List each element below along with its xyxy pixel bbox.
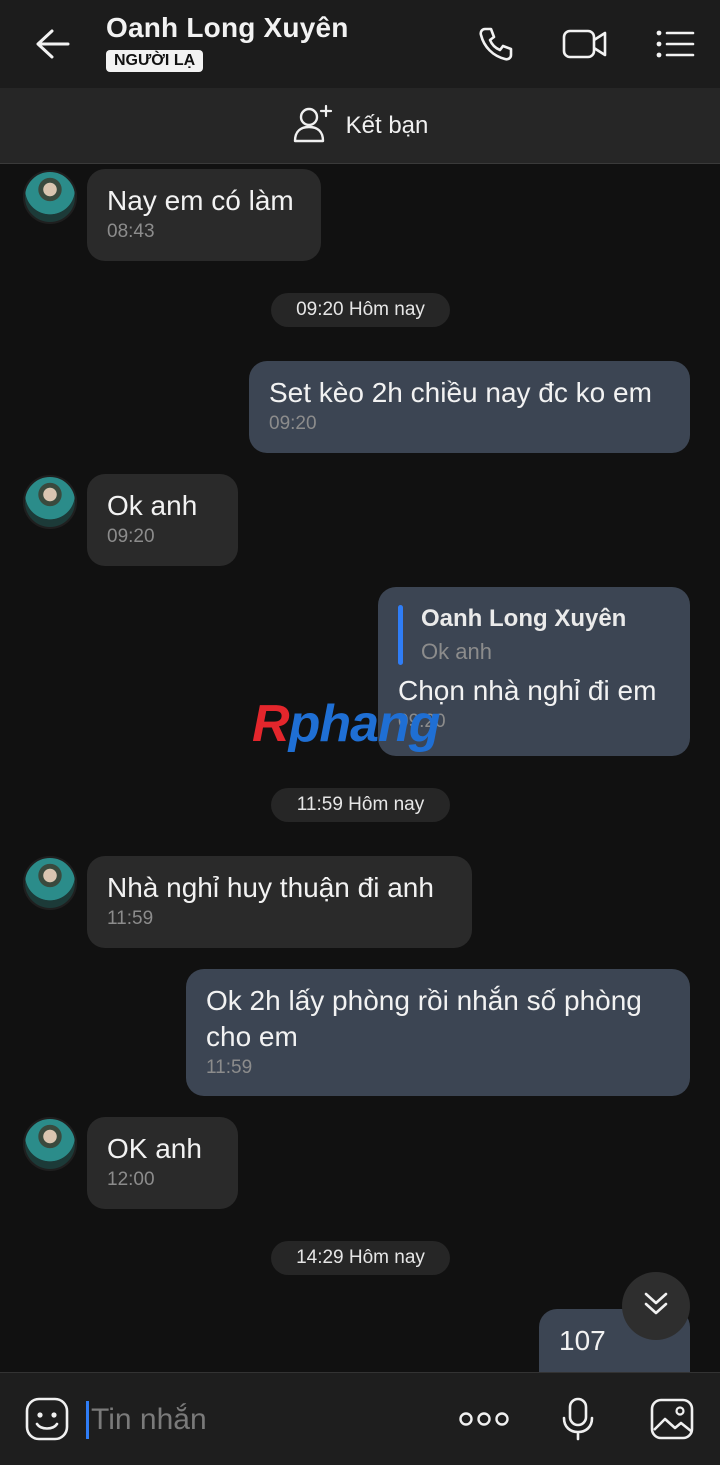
add-friend-label: Kết bạn bbox=[345, 111, 429, 139]
phone-icon[interactable] bbox=[472, 20, 520, 68]
date-separator: 14:29 Hôm nay bbox=[271, 1241, 450, 1275]
message-input[interactable]: Tin nhắn bbox=[86, 1399, 426, 1441]
contact-info[interactable]: Oanh Long Xuyên NGƯỜI LẠ bbox=[106, 12, 349, 72]
sticker-emoji-icon[interactable] bbox=[21, 1393, 73, 1445]
message-time: 08:43 bbox=[107, 221, 155, 242]
contact-name: Oanh Long Xuyên bbox=[106, 12, 349, 43]
scroll-to-bottom-button[interactable] bbox=[622, 1272, 690, 1340]
message-bubble-incoming[interactable]: Ok anh 09:20 bbox=[87, 474, 238, 566]
add-friend-button[interactable]: Kết bạn bbox=[0, 88, 720, 164]
message-time: 11:59 bbox=[206, 1057, 253, 1078]
more-options-icon[interactable] bbox=[458, 1393, 510, 1445]
watermark-logo: Rphang bbox=[252, 695, 441, 753]
quoted-message[interactable]: Oanh Long Xuyên Ok anh bbox=[398, 605, 670, 665]
microphone-icon[interactable] bbox=[552, 1393, 604, 1445]
message-bubble-incoming[interactable]: Nay em có làm 08:43 bbox=[87, 169, 321, 261]
message-bubble-outgoing[interactable]: Set kèo 2h chiều nay đc ko em 09:20 bbox=[249, 361, 690, 453]
menu-list-icon[interactable] bbox=[651, 20, 699, 68]
message-text: Nhà nghỉ huy thuận đi anh bbox=[107, 872, 434, 903]
message-text: Ok anh bbox=[107, 490, 198, 521]
avatar[interactable] bbox=[23, 170, 77, 224]
avatar[interactable] bbox=[23, 475, 77, 529]
add-friend-icon bbox=[292, 103, 334, 148]
message-input-bar: Tin nhắn bbox=[0, 1372, 720, 1465]
message-text: Set kèo 2h chiều nay đc ko em bbox=[269, 377, 652, 408]
double-chevron-down-icon bbox=[641, 1289, 671, 1324]
date-separator: 11:59 Hôm nay bbox=[271, 788, 450, 822]
stranger-badge: NGƯỜI LẠ bbox=[106, 50, 204, 72]
back-arrow-icon[interactable] bbox=[28, 22, 76, 66]
message-bubble-outgoing[interactable]: Ok 2h lấy phòng rồi nhắn số phòng cho em… bbox=[186, 969, 690, 1096]
message-bubble-incoming[interactable]: OK anh 12:00 bbox=[87, 1117, 238, 1209]
message-time: 09:20 bbox=[269, 413, 317, 434]
message-time: 11:59 bbox=[107, 908, 154, 929]
quote-bar bbox=[398, 605, 403, 665]
quote-sender: Oanh Long Xuyên bbox=[421, 605, 627, 632]
message-text: OK anh bbox=[107, 1133, 202, 1164]
message-input-placeholder: Tin nhắn bbox=[91, 1403, 207, 1436]
message-text: Nay em có làm bbox=[107, 185, 294, 216]
chat-header: Oanh Long Xuyên NGƯỜI LẠ bbox=[0, 0, 720, 88]
avatar[interactable] bbox=[23, 856, 77, 910]
video-camera-icon[interactable] bbox=[561, 20, 609, 68]
message-time: 09:20 bbox=[107, 526, 155, 547]
quote-text: Ok anh bbox=[421, 639, 492, 664]
avatar[interactable] bbox=[23, 1117, 77, 1171]
message-list[interactable]: Nay em có làm 08:43 09:20 Hôm nay Set kè… bbox=[0, 164, 720, 1372]
image-gallery-icon[interactable] bbox=[646, 1393, 698, 1445]
text-cursor bbox=[86, 1401, 89, 1439]
date-separator: 09:20 Hôm nay bbox=[271, 293, 450, 327]
message-bubble-incoming[interactable]: Nhà nghỉ huy thuận đi anh 11:59 bbox=[87, 856, 472, 948]
message-text: Ok 2h lấy phòng rồi nhắn số phòng cho em bbox=[206, 985, 642, 1052]
message-time: 12:00 bbox=[107, 1169, 155, 1190]
